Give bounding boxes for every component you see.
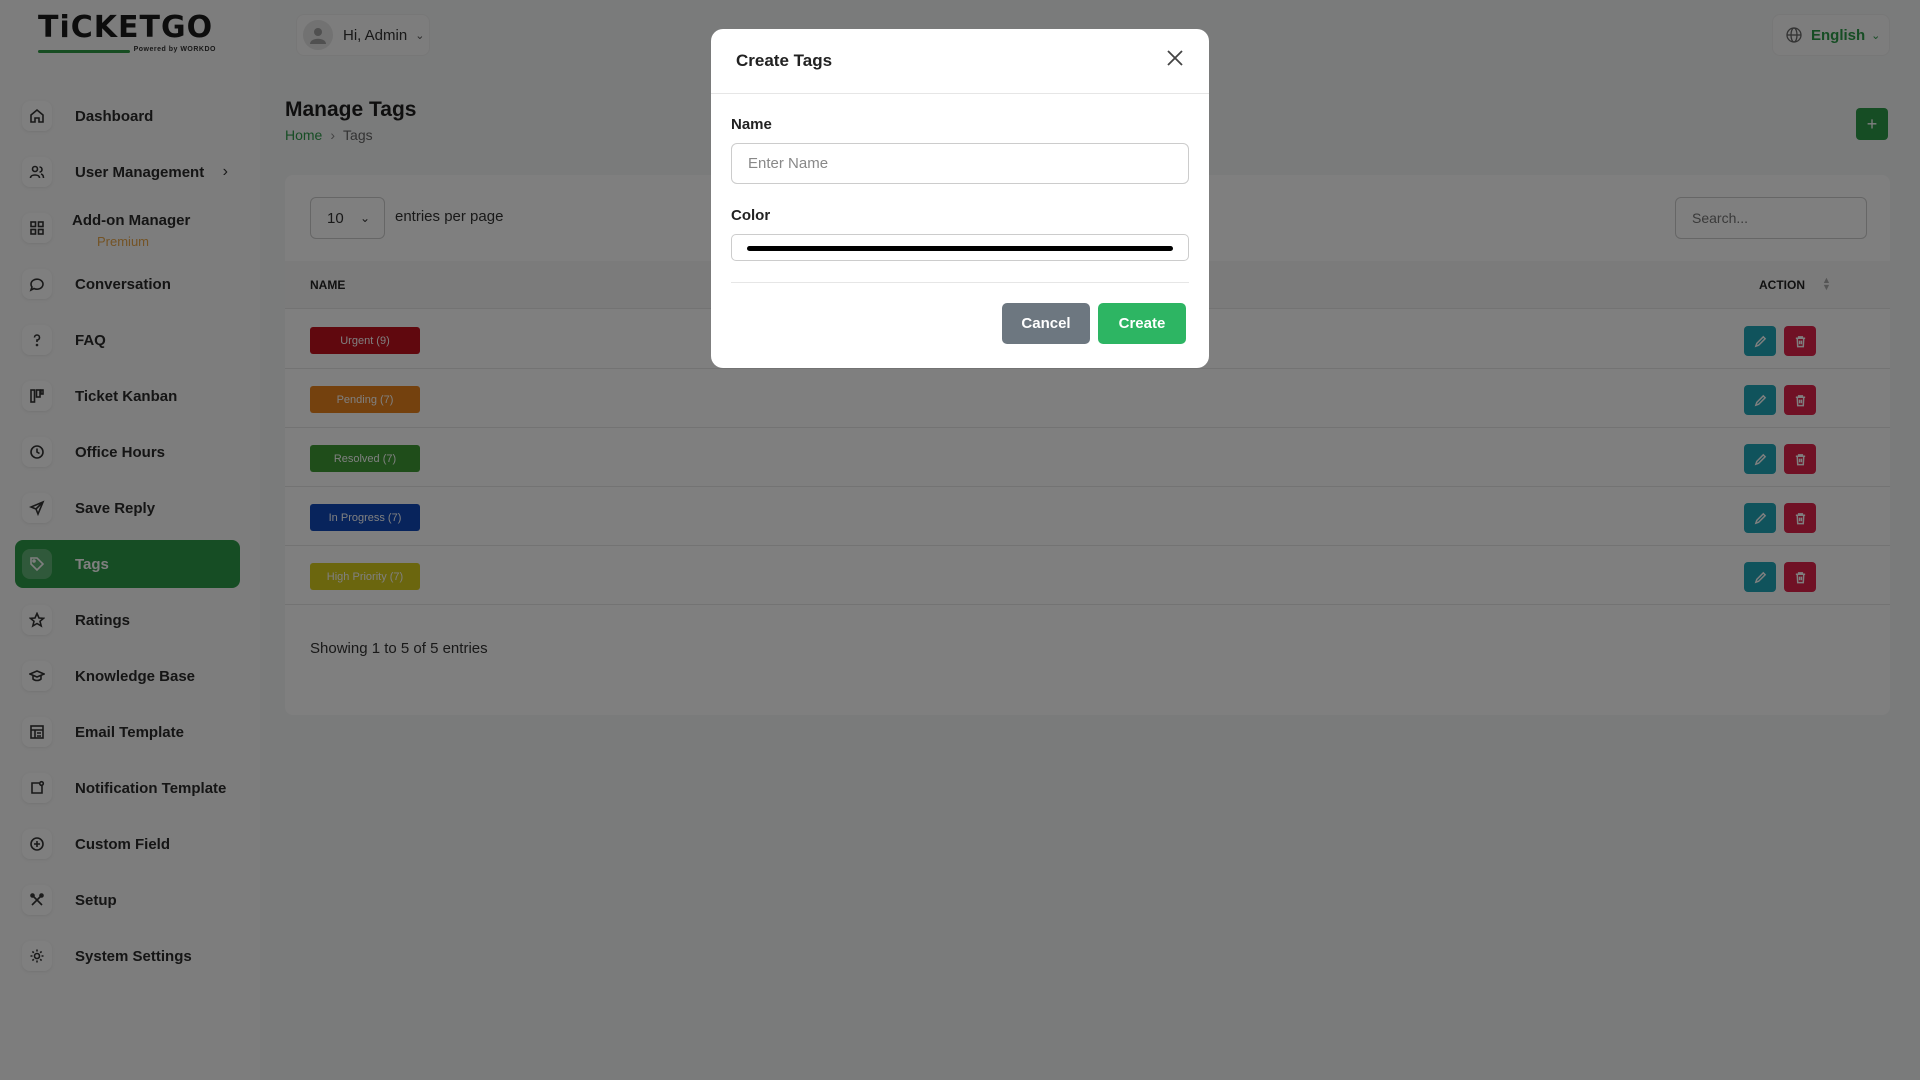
create-tags-modal: Create Tags Name Color Cancel Create — [711, 29, 1209, 368]
close-icon[interactable] — [1166, 49, 1190, 73]
modal-divider — [731, 282, 1189, 283]
create-button[interactable]: Create — [1098, 303, 1186, 344]
modal-header: Create Tags — [711, 29, 1209, 94]
name-input[interactable] — [731, 143, 1189, 184]
color-swatch — [747, 246, 1173, 251]
name-label: Name — [731, 116, 772, 133]
modal-title: Create Tags — [736, 51, 833, 70]
cancel-button[interactable]: Cancel — [1002, 303, 1090, 344]
color-picker[interactable] — [731, 234, 1189, 261]
color-label: Color — [731, 207, 771, 224]
